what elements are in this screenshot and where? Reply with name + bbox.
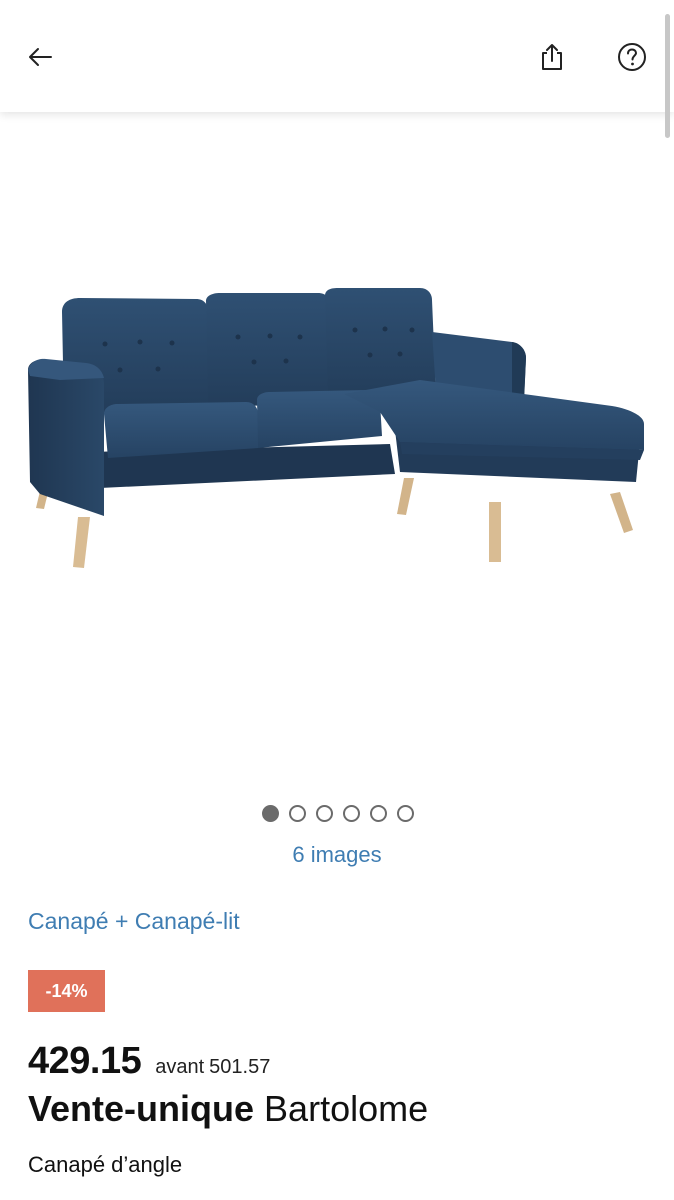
product-page: 6 images Canapé + Canapé-lit -14% 429.15… [0, 0, 674, 1200]
carousel-dot[interactable] [370, 805, 387, 822]
share-button[interactable] [530, 35, 574, 79]
old-price-value: 501.57 [209, 1056, 271, 1078]
current-price: 429.15 [28, 1040, 142, 1082]
carousel-dot[interactable] [316, 805, 333, 822]
top-bar [0, 0, 674, 112]
product-type: Canapé d’angle [28, 1152, 183, 1177]
scrollbar[interactable] [665, 14, 670, 138]
carousel-dot[interactable] [343, 805, 360, 822]
price-row: 429.15 avant 501.57 [28, 1040, 270, 1083]
discount-badge: -14% [28, 970, 105, 1012]
product-title: Vente-unique Bartolome [28, 1088, 428, 1130]
question-circle-icon [618, 43, 646, 71]
arrow-left-icon [29, 48, 52, 66]
old-price-prefix: avant [155, 1056, 205, 1078]
back-button[interactable] [18, 35, 62, 79]
carousel-dot[interactable] [289, 805, 306, 822]
product-brand[interactable]: Vente-unique [28, 1088, 254, 1129]
share-icon [542, 44, 562, 70]
carousel-dot[interactable] [262, 805, 279, 822]
product-name: Bartolome [264, 1088, 429, 1129]
category-breadcrumb-link[interactable]: Canapé + Canapé-lit [28, 908, 240, 935]
carousel-dot[interactable] [397, 805, 414, 822]
product-image[interactable] [0, 112, 674, 792]
old-price: avant 501.57 [155, 1056, 270, 1079]
sofa-illustration [28, 288, 644, 568]
images-count-link[interactable]: 6 images [0, 842, 674, 868]
carousel-dots [0, 805, 674, 825]
help-button[interactable] [610, 35, 654, 79]
